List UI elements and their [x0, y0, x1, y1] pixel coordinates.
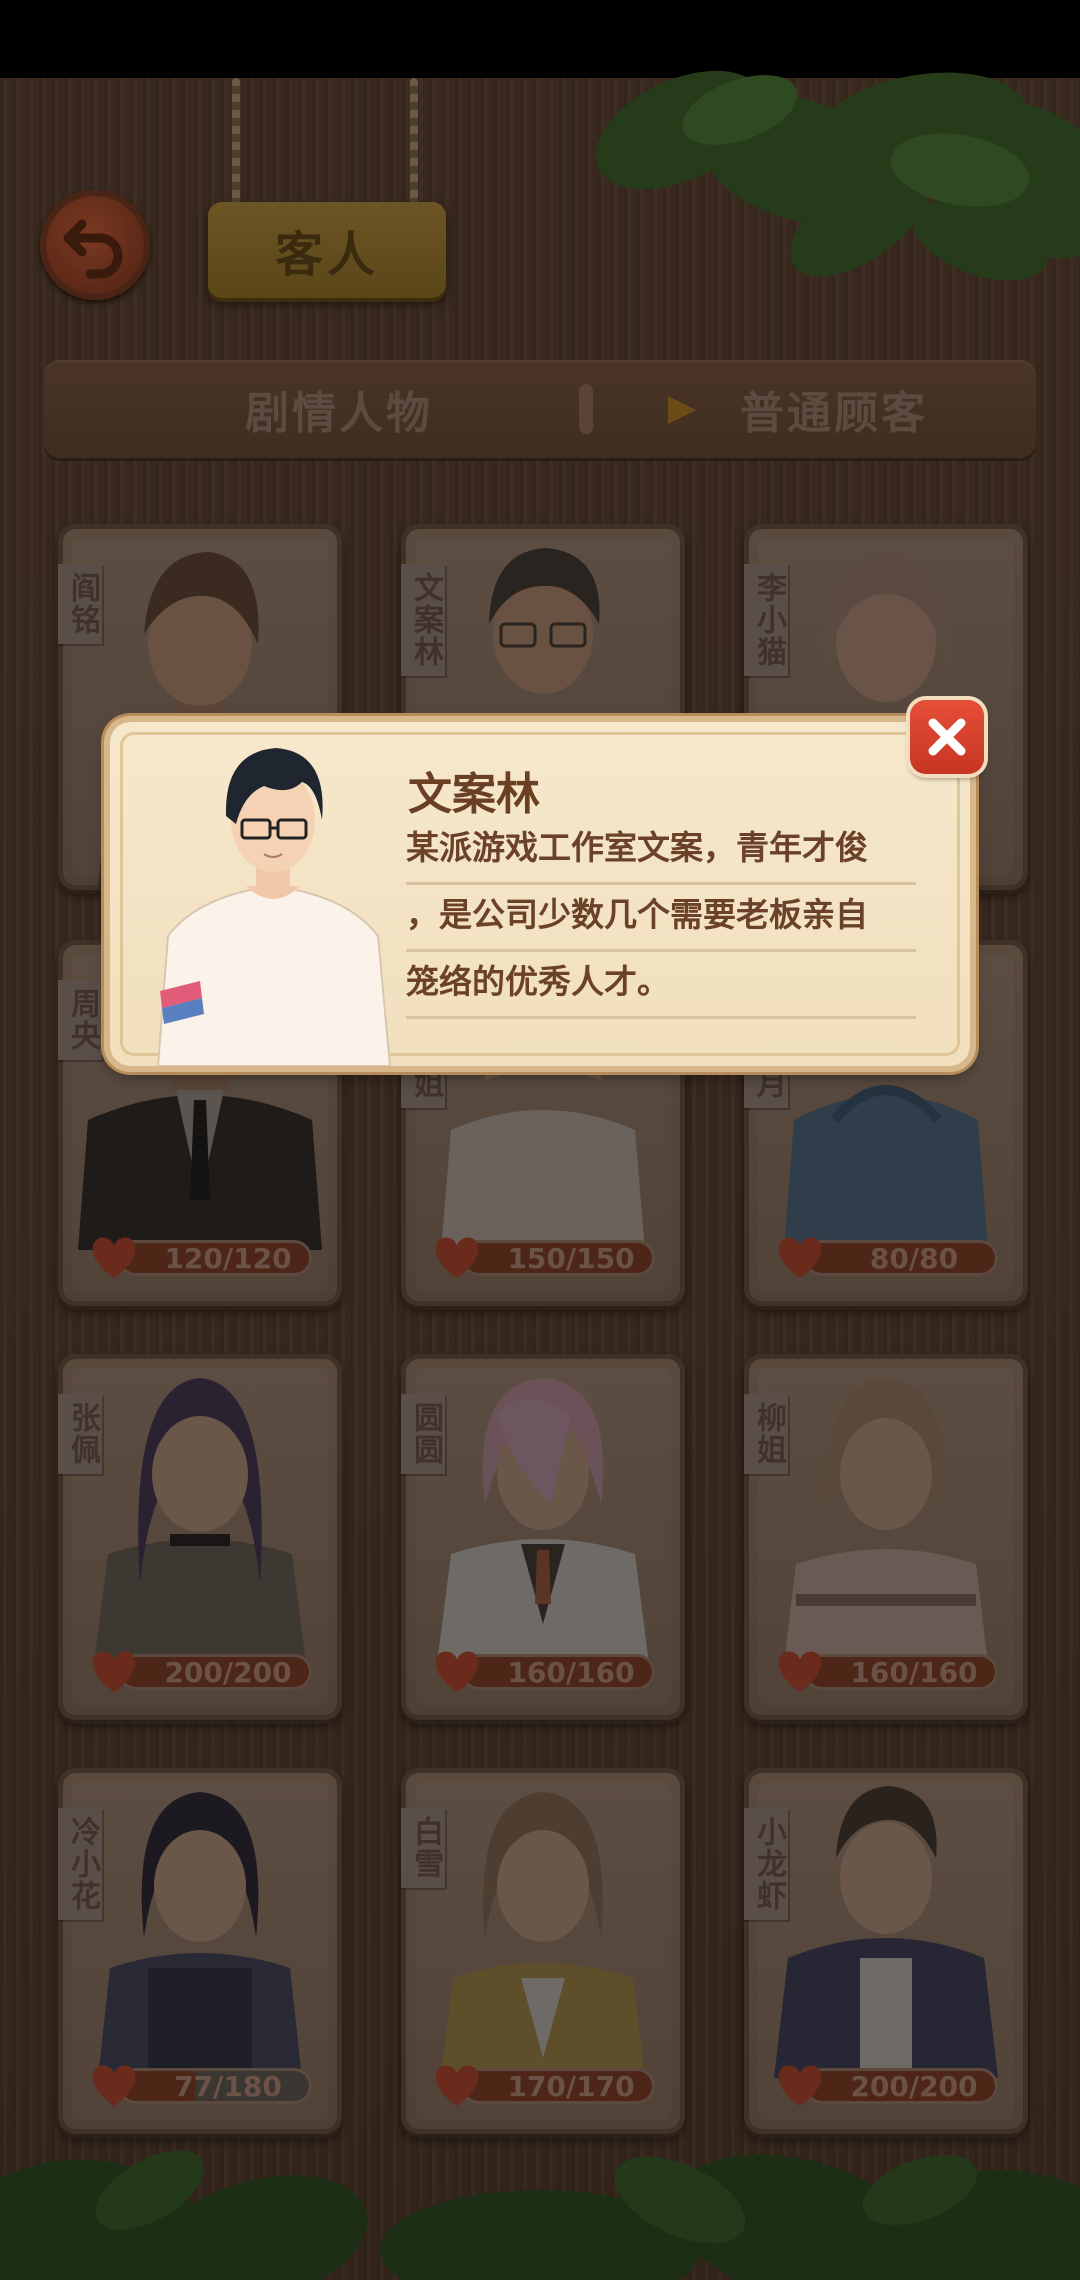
hp-value: 80/80: [869, 1241, 959, 1275]
guests-screen: 客人 剧情人物 普通顾客 阎铭 文案林 李小猫 周央 120/120 姐 150…: [0, 0, 1080, 2280]
hp-value: 200/200: [164, 1655, 292, 1689]
description-line: 某派游戏工作室文案，青年才俊: [406, 818, 916, 885]
hp-bar: 150/150: [431, 1234, 655, 1280]
leaves-decoration-top: [595, 70, 1080, 280]
character-name-tag: 周央: [58, 980, 102, 1060]
description-line: 笼络的优秀人才。: [406, 952, 916, 1019]
hp-value: 160/160: [507, 1655, 635, 1689]
tab-divider: [579, 384, 593, 434]
close-button[interactable]: [910, 700, 984, 774]
rope-right: [410, 78, 418, 208]
tab-normal-customers[interactable]: 普通顾客: [654, 360, 1014, 458]
hp-bar: 80/80: [774, 1234, 998, 1280]
hp-bar: 160/160: [774, 1648, 998, 1694]
hp-value: 150/150: [507, 1241, 635, 1275]
character-name-tag: 月: [744, 1060, 788, 1108]
character-name-tag: 阎铭: [58, 564, 102, 644]
page-title: 客人: [274, 227, 379, 283]
heart-icon: [92, 1237, 136, 1278]
leaves-decoration-bottom: [0, 2150, 1080, 2280]
heart-icon: [435, 1237, 479, 1278]
heart-icon: [778, 1237, 822, 1278]
popup-description: 某派游戏工作室文案，青年才俊 ，是公司少数几个需要老板亲自 笼络的优秀人才。: [406, 818, 916, 1019]
title-plank: 客人: [208, 202, 446, 298]
character-name-tag: 李小猫: [744, 564, 788, 676]
tab-bar: 剧情人物 普通顾客: [44, 360, 1036, 458]
character-name-tag: 圆圆: [401, 1394, 445, 1474]
close-icon: [928, 718, 966, 756]
character-name-tag: 姐: [401, 1060, 445, 1108]
status-bar: [0, 0, 1080, 78]
character-name-tag: 白雪: [401, 1808, 445, 1888]
character-card[interactable]: 张佩 200/200: [58, 1354, 342, 1720]
description-line: ，是公司少数几个需要老板亲自: [406, 885, 916, 952]
hp-bar: 160/160: [431, 1648, 655, 1694]
character-card[interactable]: 圆圆 160/160: [401, 1354, 685, 1720]
hp-bar: 200/200: [88, 1648, 312, 1694]
tab-story-characters[interactable]: 剧情人物: [144, 360, 534, 458]
character-card[interactable]: 白雪 170/170: [401, 1768, 685, 2134]
character-name-tag: 柳姐: [744, 1394, 788, 1474]
character-name-tag: 文案林: [401, 564, 445, 676]
back-button[interactable]: [40, 190, 150, 300]
popup-character-name: 文案林: [408, 769, 540, 820]
hp-value: 160/160: [850, 1655, 978, 1689]
rope-left: [232, 78, 240, 208]
character-detail-popup: 文案林 某派游戏工作室文案，青年才俊 ，是公司少数几个需要老板亲自 笼络的优秀人…: [110, 722, 970, 1066]
character-name-tag: 冷小花: [58, 1808, 102, 1920]
character-name-tag: 张佩: [58, 1394, 102, 1474]
character-name-tag: 小龙虾: [744, 1808, 788, 1920]
heart-icon: [778, 1651, 822, 1692]
back-arrow-icon: [63, 219, 123, 279]
character-card[interactable]: 冷小花 77/180: [58, 1768, 342, 2134]
character-card[interactable]: 柳姐 160/160: [744, 1354, 1028, 1720]
hp-bar: 120/120: [88, 1234, 312, 1280]
hp-value: 120/120: [164, 1241, 292, 1275]
popup-character-portrait: [156, 748, 392, 1066]
heart-icon: [92, 1651, 136, 1692]
heart-icon: [435, 1651, 479, 1692]
character-card[interactable]: 小龙虾 200/200: [744, 1768, 1028, 2134]
